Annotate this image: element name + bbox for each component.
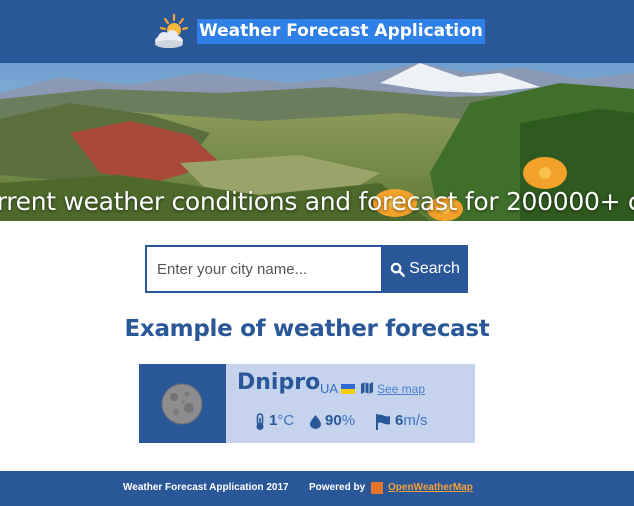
humidity-drop-icon <box>310 415 321 429</box>
openweathermap-link[interactable]: OpenWeatherMap <box>388 482 473 493</box>
search-icon <box>390 262 405 277</box>
search-button[interactable]: Search <box>382 245 468 293</box>
openweathermap-icon <box>371 482 383 494</box>
sun-cloud-icon <box>155 13 189 48</box>
weather-icon-panel <box>139 364 226 443</box>
footer-powered-by: Powered by <box>309 482 366 493</box>
see-map-link[interactable]: See map <box>377 382 425 396</box>
hero-banner: Current weather conditions and forecast … <box>0 63 634 221</box>
footer-copyright: Weather Forecast Application 2017 <box>123 482 289 493</box>
city-search-input[interactable] <box>145 245 383 293</box>
flag-icon <box>341 384 355 394</box>
hero-tagline: Current weather conditions and forecast … <box>0 187 634 216</box>
temperature-reading: 1°C <box>269 412 295 429</box>
moon-icon <box>161 383 203 425</box>
thermometer-icon <box>256 413 264 430</box>
wind-reading: 6m/s <box>395 412 428 429</box>
humidity-reading: 90% <box>325 412 356 429</box>
app-title: Weather Forecast Application <box>197 19 485 44</box>
header-bar: Weather Forecast Application <box>0 0 634 63</box>
example-heading: Example of weather forecast <box>124 316 490 342</box>
map-icon <box>361 382 373 394</box>
country-code: UA <box>320 381 339 396</box>
weather-card: Dnipro UA See map 1°C 90% 6m/s <box>139 364 475 443</box>
wind-flag-icon <box>376 414 390 430</box>
search-button-label: Search <box>409 260 460 277</box>
footer-bar: Weather Forecast Application 2017 Powere… <box>0 471 634 506</box>
city-name: Dnipro <box>237 370 321 395</box>
